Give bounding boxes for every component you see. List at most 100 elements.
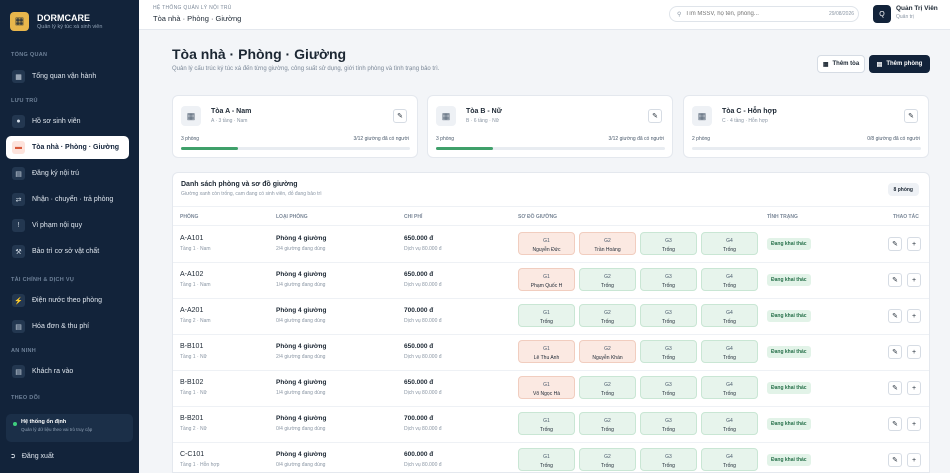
table-header: PHÒNG LOẠI PHÒNG CHI PHÍ SƠ ĐỒ GIƯỜNG TÌ… bbox=[173, 206, 929, 226]
system-status: Hệ thống ổn định Quản lý dữ liệu theo va… bbox=[6, 414, 133, 442]
pencil-icon: ✎ bbox=[892, 349, 898, 356]
bed-cell[interactable]: G3 Trống bbox=[640, 304, 697, 327]
bed-cell[interactable]: G3 Trống bbox=[640, 340, 697, 363]
bed-label: G3 bbox=[665, 382, 672, 388]
add-bed-button[interactable]: + bbox=[907, 453, 921, 467]
building-icon: ▦ bbox=[692, 106, 712, 126]
edit-room-button[interactable]: ✎ bbox=[888, 381, 902, 395]
invoice-icon: ▤ bbox=[12, 320, 25, 333]
sidebar-item-violations[interactable]: ! Vi phạm nội quy bbox=[6, 214, 129, 237]
sidebar-item-maintenance[interactable]: ⚒ Bảo trì cơ sở vật chất bbox=[6, 240, 129, 263]
search-input[interactable] bbox=[685, 11, 836, 17]
bed-label: G4 bbox=[726, 346, 733, 352]
system-eyebrow: HỆ THỐNG QUẢN LÝ NỘI TRÚ bbox=[153, 5, 232, 11]
add-room-button[interactable]: ▤ Thêm phòng bbox=[869, 55, 930, 73]
table-row[interactable]: B-B102 Tầng 1 · Nữ Phòng 4 giường 1/4 giườn… bbox=[173, 371, 929, 407]
table-row[interactable]: B-B101 Tầng 1 · Nữ Phòng 4 giường 2/4 giườn… bbox=[173, 335, 929, 371]
bed-label: G3 bbox=[665, 310, 672, 316]
bed-occupant: Trống bbox=[662, 427, 675, 433]
edit-room-button[interactable]: ✎ bbox=[888, 237, 902, 251]
bed-label: G4 bbox=[726, 418, 733, 424]
bed-occupant: Trống bbox=[601, 283, 614, 289]
bed-cell[interactable]: G4 Trống bbox=[701, 376, 758, 399]
table-row[interactable]: C-C101 Tầng 1 · Hỗn hợp Phòng 4 giường 0/4 … bbox=[173, 443, 929, 472]
add-bed-button[interactable]: + bbox=[907, 381, 921, 395]
bed-cell[interactable]: G4 Trống bbox=[701, 340, 758, 363]
building-icon: ▦ bbox=[436, 106, 456, 126]
bed-cell[interactable]: G1 Trống bbox=[518, 412, 575, 435]
add-building-button[interactable]: ▦ Thêm tòa bbox=[817, 55, 865, 73]
add-bed-button[interactable]: + bbox=[907, 417, 921, 431]
add-bed-button[interactable]: + bbox=[907, 309, 921, 323]
bed-cell[interactable]: G4 Trống bbox=[701, 268, 758, 291]
bed-cell[interactable]: G3 Trống bbox=[640, 376, 697, 399]
breadcrumb: Tòa nhà · Phòng · Giường bbox=[153, 14, 242, 23]
bed-cell[interactable]: G1 Trống bbox=[518, 448, 575, 471]
room-floor: Tầng 1 · Nam bbox=[180, 282, 211, 288]
building-meta: C · 4 tầng · Hỗn hợp bbox=[722, 118, 768, 124]
building-card: ▦ Tòa C - Hỗn hợp C · 4 tầng · Hỗn hợp ✎… bbox=[683, 95, 929, 158]
building-card: ▦ Tòa B - Nữ B · 6 tầng · Nữ ✎ 3 phòng 3… bbox=[427, 95, 673, 158]
room-type: Phòng 4 giường bbox=[276, 307, 327, 314]
brand[interactable]: ▦ DORMCARE Quản lý ký túc xá sinh viên bbox=[0, 4, 139, 38]
bed-cell[interactable]: G1 Nguyễn Đức bbox=[518, 232, 575, 255]
bed-cell[interactable]: G1 Phạm Quốc H bbox=[518, 268, 575, 291]
sidebar-item-invoices[interactable]: ▤ Hóa đơn & thu phí bbox=[6, 315, 129, 338]
sidebar-item-students[interactable]: ● Hồ sơ sinh viên bbox=[6, 110, 129, 133]
bed-cell[interactable]: G1 Võ Ngọc Hà bbox=[518, 376, 575, 399]
bed-cell[interactable]: G2 Trống bbox=[579, 304, 636, 327]
building-meta: A · 3 tầng · Nam bbox=[211, 118, 248, 124]
bed-cell[interactable]: G4 Trống bbox=[701, 232, 758, 255]
add-bed-button[interactable]: + bbox=[907, 273, 921, 287]
table-row[interactable]: A-A101 Tầng 1 · Nam Phòng 4 giường 2/4 giườ… bbox=[173, 227, 929, 263]
bed-cell[interactable]: G3 Trống bbox=[640, 268, 697, 291]
sidebar-item-registration[interactable]: ▤ Đăng ký nội trú bbox=[6, 162, 129, 185]
bed-occupant: Trống bbox=[540, 463, 553, 469]
bed-cell[interactable]: G2 Trống bbox=[579, 268, 636, 291]
edit-room-button[interactable]: ✎ bbox=[888, 309, 902, 323]
add-bed-button[interactable]: + bbox=[907, 345, 921, 359]
bed-cell[interactable]: G2 Trần Hoàng bbox=[579, 232, 636, 255]
bed-cell[interactable]: G2 Trống bbox=[579, 448, 636, 471]
bed-cell[interactable]: G2 Nguyễn Khán bbox=[579, 340, 636, 363]
edit-building-button[interactable]: ✎ bbox=[393, 109, 407, 123]
edit-room-button[interactable]: ✎ bbox=[888, 417, 902, 431]
section-finance: Tài chính & dịch vụ bbox=[11, 277, 75, 283]
room-type: Phòng 4 giường bbox=[276, 343, 327, 350]
add-bed-button[interactable]: + bbox=[907, 237, 921, 251]
bed-cell[interactable]: G2 Trống bbox=[579, 412, 636, 435]
sidebar-item-visitors[interactable]: ▤ Khách ra vào bbox=[6, 360, 129, 383]
edit-building-button[interactable]: ✎ bbox=[648, 109, 662, 123]
room-usage: 0/4 giường đang dùng bbox=[276, 462, 326, 468]
status-badge: Đang khai thác bbox=[767, 382, 811, 394]
bed-cell[interactable]: G2 Trống bbox=[579, 376, 636, 399]
status-subtitle: Quản lý dữ liệu theo vai trò truy cập bbox=[21, 427, 93, 432]
dashboard-icon: ▦ bbox=[12, 70, 25, 83]
bed-cell[interactable]: G3 Trống bbox=[640, 232, 697, 255]
sidebar-item-utilities[interactable]: ⚡ Điện nước theo phòng bbox=[6, 289, 129, 312]
bed-occupant: Trần Hoàng bbox=[594, 247, 621, 253]
edit-room-button[interactable]: ✎ bbox=[888, 273, 902, 287]
sidebar-item-buildings[interactable]: ▬ Tòa nhà · Phòng · Giường bbox=[6, 136, 129, 159]
sidebar-item-checkin[interactable]: ⇄ Nhận · chuyển · trả phòng bbox=[6, 188, 129, 211]
room-code: A-A201 bbox=[180, 307, 204, 314]
page-title: Tòa nhà · Phòng · Giường bbox=[172, 46, 347, 62]
bed-cell[interactable]: G3 Trống bbox=[640, 448, 697, 471]
edit-room-button[interactable]: ✎ bbox=[888, 453, 902, 467]
table-row[interactable]: A-A102 Tầng 1 · Nam Phòng 4 giường 1/4 giườ… bbox=[173, 263, 929, 299]
pencil-icon: ✎ bbox=[892, 313, 898, 320]
edit-room-button[interactable]: ✎ bbox=[888, 345, 902, 359]
building-icon: ▦ bbox=[822, 61, 829, 68]
logout-button[interactable]: ➲ Đăng xuất bbox=[10, 452, 54, 461]
bed-cell[interactable]: G1 Trống bbox=[518, 304, 575, 327]
bed-cell[interactable]: G4 Trống bbox=[701, 304, 758, 327]
table-row[interactable]: A-A201 Tầng 2 · Nam Phòng 4 giường 0/4 giườ… bbox=[173, 299, 929, 335]
table-row[interactable]: B-B201 Tầng 2 · Nữ Phòng 4 giường 0/4 giườn… bbox=[173, 407, 929, 443]
bed-cell[interactable]: G4 Trống bbox=[701, 412, 758, 435]
sidebar-item-overview[interactable]: ▦ Tổng quan vận hành bbox=[6, 65, 129, 88]
bed-cell[interactable]: G4 Trống bbox=[701, 448, 758, 471]
edit-building-button[interactable]: ✎ bbox=[904, 109, 918, 123]
bed-cell[interactable]: G1 Lê Thu Anh bbox=[518, 340, 575, 363]
avatar[interactable]: Q bbox=[873, 5, 891, 23]
bed-cell[interactable]: G3 Trống bbox=[640, 412, 697, 435]
